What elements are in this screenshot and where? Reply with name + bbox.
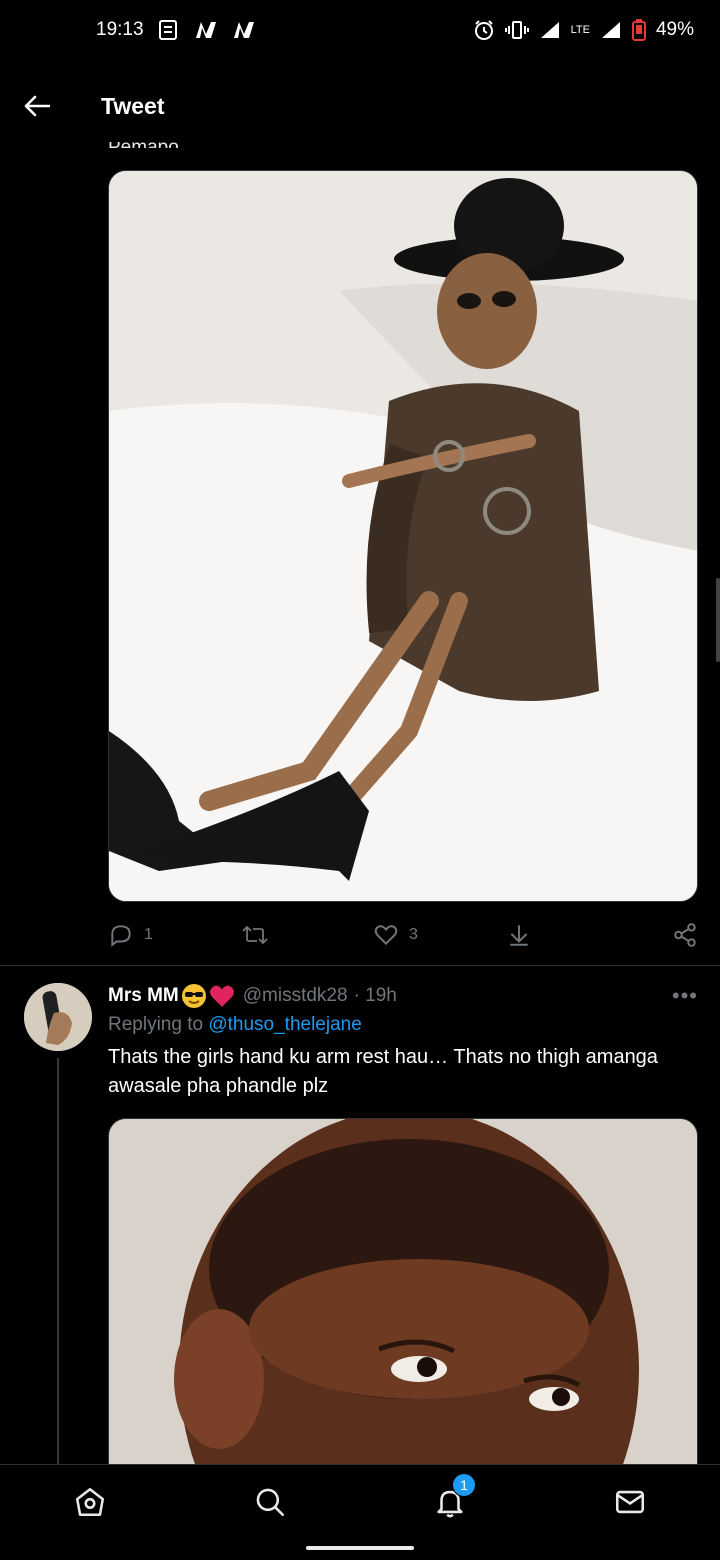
- like-count: 3: [409, 926, 418, 943]
- signal-icon: [600, 20, 622, 40]
- tweet-image[interactable]: [108, 170, 698, 902]
- page-title: Tweet: [101, 92, 165, 119]
- reply-button[interactable]: 1: [108, 922, 168, 948]
- tweet-header: Tweet: [0, 70, 720, 142]
- back-button[interactable]: [0, 70, 74, 142]
- retweet-button[interactable]: [241, 922, 301, 948]
- news-icon: [158, 20, 180, 40]
- replying-to: Replying to @thuso_thelejane: [108, 1014, 362, 1036]
- avatar[interactable]: [24, 983, 92, 1051]
- tweet-action-bar: 1 3: [108, 918, 698, 952]
- reply-icon: [111, 925, 131, 947]
- nav-notifications[interactable]: 1: [420, 1473, 480, 1541]
- reply-image[interactable]: [108, 1118, 698, 1464]
- back-arrow-icon: [24, 95, 50, 117]
- status-right: LTE 49%: [473, 19, 694, 41]
- search-icon: [256, 1488, 285, 1517]
- mail-icon: [615, 1490, 645, 1514]
- status-bar: 19:13 LTE 49%: [0, 0, 720, 60]
- like-button[interactable]: 3: [373, 922, 433, 948]
- thread-line: [57, 1058, 59, 1464]
- alarm-icon: [473, 19, 495, 41]
- battery-percent: 49%: [655, 19, 694, 40]
- nav-search[interactable]: [240, 1485, 300, 1541]
- home-icon: [75, 1487, 105, 1517]
- avatar-photo: [24, 983, 92, 1051]
- reply-time: · 19h: [353, 985, 397, 1006]
- display-name[interactable]: Mrs MM: [108, 983, 235, 1009]
- retweet-icon: [241, 926, 268, 944]
- share-button[interactable]: [638, 922, 698, 948]
- nav-messages[interactable]: [600, 1485, 660, 1541]
- alien-photo: [109, 171, 697, 901]
- app-n-icon: [194, 20, 218, 40]
- boy-photo: [109, 1119, 697, 1464]
- vibrate-icon: [504, 20, 529, 40]
- reply-header: Mrs MM @misstdk28 · 19h •••: [108, 982, 698, 1010]
- download-icon: [509, 925, 528, 946]
- notification-badge: 1: [452, 1473, 476, 1497]
- display-name-text: Mrs MM: [108, 985, 179, 1006]
- nav-home[interactable]: [60, 1485, 120, 1541]
- bookmark-button[interactable]: [506, 922, 566, 948]
- status-time: 19:13: [96, 19, 144, 40]
- app-n-icon: [232, 20, 256, 40]
- home-indicator[interactable]: [306, 1546, 414, 1550]
- replying-prefix: Replying to: [108, 1014, 209, 1035]
- status-left: 19:13: [96, 19, 256, 41]
- share-icon: [674, 923, 696, 947]
- mention-link[interactable]: @thuso_thelejane: [208, 1014, 361, 1035]
- lte-label: LTE: [570, 23, 590, 36]
- red-heart-emoji-icon: [209, 985, 234, 1007]
- sunglasses-emoji-icon: [181, 984, 206, 1008]
- reply-count: 1: [144, 926, 153, 943]
- more-options-button[interactable]: •••: [672, 983, 698, 1009]
- battery-icon: [631, 19, 646, 41]
- user-handle[interactable]: @misstdk28: [243, 985, 348, 1007]
- scrollbar[interactable]: [716, 578, 720, 662]
- reply-text: Thats the girls hand ku arm rest hau… Th…: [108, 1046, 658, 1097]
- divider: [0, 965, 720, 966]
- heart-icon: [374, 925, 398, 946]
- signal-icon: [539, 20, 561, 40]
